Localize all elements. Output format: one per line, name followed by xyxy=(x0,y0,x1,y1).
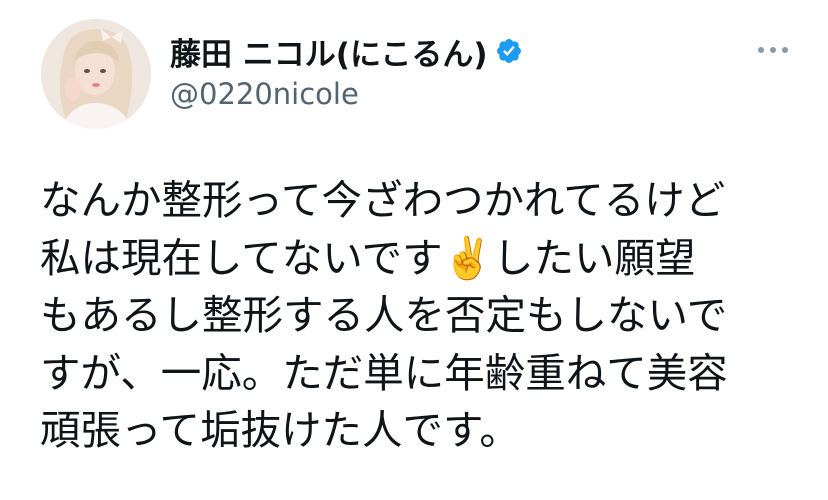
tweet-text: なんか整形って今ざわつかれてるけど 私は現在してないです✌️したい願望 もあるし… xyxy=(40,172,800,460)
tweet-text-line: 頑張って垢抜けた人です。 xyxy=(40,406,520,454)
tweet-card: 藤田 ニコル(にこるん) @0220nicole なんか整形って今ざわつかれてる… xyxy=(0,0,828,500)
more-dot-icon xyxy=(782,47,788,53)
tweet-text-line: もあるし整形する人を否定もしないで xyxy=(40,291,728,339)
more-dot-icon xyxy=(758,47,764,53)
tweet-text-line: 私は現在してないです✌️したい願望 xyxy=(40,233,696,282)
tweet-text-line: すが、一応。ただ単に年齢重ねて美容 xyxy=(40,348,728,397)
avatar-image xyxy=(41,19,151,129)
verified-badge-icon xyxy=(495,37,523,65)
author-name-row: 藤田 ニコル(にこるん) xyxy=(170,29,523,74)
author-display-name[interactable]: 藤田 ニコル(にこるん) xyxy=(170,29,488,74)
more-options-icon[interactable] xyxy=(758,40,788,60)
more-dot-icon xyxy=(770,47,776,53)
tweet-text-line: なんか整形って今ざわつかれてるけど xyxy=(40,176,726,224)
author-handle[interactable]: @0220nicole xyxy=(170,77,359,111)
author-avatar[interactable] xyxy=(41,19,151,129)
